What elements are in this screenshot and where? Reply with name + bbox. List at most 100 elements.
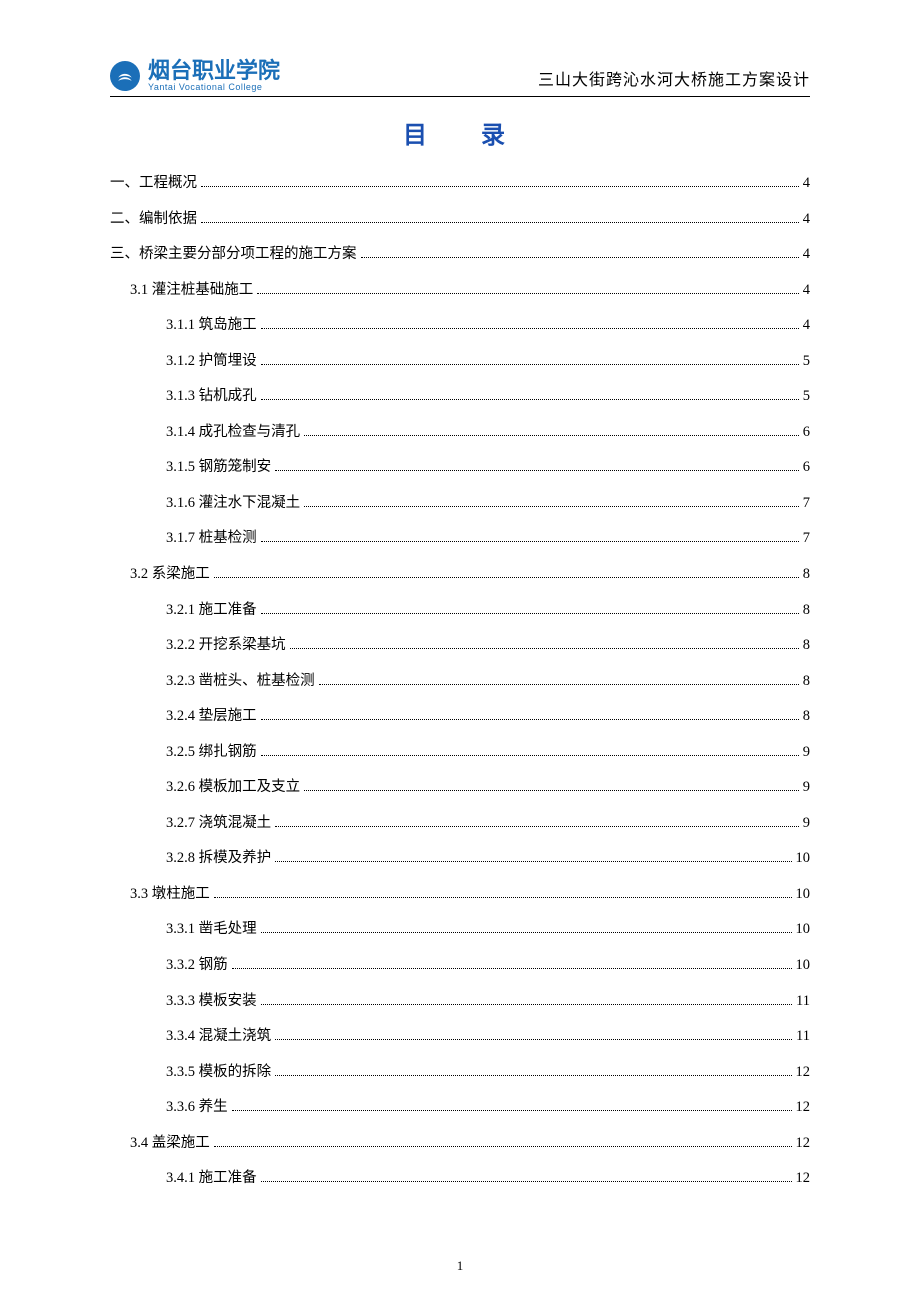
toc-entry-label: 3.2.8 拆模及养护 xyxy=(166,845,271,873)
toc-leader-dots xyxy=(261,706,799,720)
toc-entry[interactable]: 3.2.4 垫层施工 8 xyxy=(110,703,810,731)
institution-logo-block: 烟台职业学院 Yantai Vocational College xyxy=(110,60,280,92)
toc-entry-page: 10 xyxy=(796,845,811,873)
toc-entry-label: 3.3.3 模板安装 xyxy=(166,988,257,1016)
toc-entry[interactable]: 3.2 系梁施工8 xyxy=(110,561,810,589)
toc-leader-dots xyxy=(319,671,799,685)
toc-entry-label: 3.3.5 模板的拆除 xyxy=(166,1059,271,1087)
toc-leader-dots xyxy=(261,351,799,365)
toc-entry[interactable]: 3.3.5 模板的拆除 12 xyxy=(110,1059,810,1087)
toc-entry-label: 3.1.4 成孔检查与清孔 xyxy=(166,419,300,447)
toc-leader-dots xyxy=(304,422,799,436)
toc-entry[interactable]: 3.2.5 绑扎钢筋 9 xyxy=(110,739,810,767)
toc-entry[interactable]: 3.3.3 模板安装 11 xyxy=(110,988,810,1016)
toc-entry[interactable]: 3.2.6 模板加工及支立9 xyxy=(110,774,810,802)
toc-entry-page: 11 xyxy=(796,1023,810,1051)
toc-entry-page: 11 xyxy=(796,988,810,1016)
toc-leader-dots xyxy=(275,813,799,827)
toc-entry[interactable]: 一、工程概况4 xyxy=(110,170,810,198)
toc-entry-label: 3.1 灌注桩基础施工 xyxy=(130,277,253,305)
toc-entry[interactable]: 二、编制依据4 xyxy=(110,206,810,234)
toc-entry[interactable]: 3.1.7 桩基检测7 xyxy=(110,525,810,553)
toc-entry-label: 3.3.1 凿毛处理 xyxy=(166,916,257,944)
toc-leader-dots xyxy=(201,173,799,187)
toc-entry[interactable]: 3.1.1 筑岛施工 4 xyxy=(110,312,810,340)
toc-entry-label: 3.1.1 筑岛施工 xyxy=(166,312,257,340)
toc-entry-label: 3.3.2 钢筋 xyxy=(166,952,228,980)
toc-entry[interactable]: 3.2.1 施工准备 8 xyxy=(110,597,810,625)
toc-leader-dots xyxy=(261,386,799,400)
toc-entry[interactable]: 3.1.5 钢筋笼制安6 xyxy=(110,454,810,482)
toc-leader-dots xyxy=(304,777,799,791)
toc-leader-dots xyxy=(304,493,799,507)
toc-entry[interactable]: 3.1.3 钻机成孔5 xyxy=(110,383,810,411)
toc-entry-page: 8 xyxy=(803,632,810,660)
toc-entry[interactable]: 3.1.2 护筒埋设 5 xyxy=(110,348,810,376)
toc-leader-dots xyxy=(214,564,799,578)
toc-entry[interactable]: 3.3.1 凿毛处理 10 xyxy=(110,916,810,944)
toc-leader-dots xyxy=(275,848,791,862)
toc-entry-page: 4 xyxy=(803,241,810,269)
toc-entry[interactable]: 三、桥梁主要分部分项工程的施工方案 4 xyxy=(110,241,810,269)
toc-entry[interactable]: 3.1.6 灌注水下混凝土 7 xyxy=(110,490,810,518)
toc-entry-label: 3.2.1 施工准备 xyxy=(166,597,257,625)
logo-icon xyxy=(110,61,140,91)
toc-entry-page: 4 xyxy=(803,312,810,340)
toc-entry-label: 3.2.5 绑扎钢筋 xyxy=(166,739,257,767)
toc-entry-page: 5 xyxy=(803,348,810,376)
toc-entry-label: 3.4.1 施工准备 xyxy=(166,1165,257,1193)
toc-heading: 目 录 xyxy=(122,115,810,150)
toc-leader-dots xyxy=(361,244,799,258)
toc-entry-page: 12 xyxy=(796,1059,811,1087)
toc-entry-page: 6 xyxy=(803,419,810,447)
toc-entry-page: 8 xyxy=(803,703,810,731)
toc-entry-page: 8 xyxy=(803,597,810,625)
toc-entry-label: 3.2.3 凿桩头、桩基检测 xyxy=(166,668,315,696)
institution-name: 烟台职业学院 Yantai Vocational College xyxy=(148,60,280,92)
toc-entry-label: 3.4 盖梁施工 xyxy=(130,1130,210,1158)
toc-entry-label: 3.1.5 钢筋笼制安 xyxy=(166,454,271,482)
toc-leader-dots xyxy=(261,600,799,614)
toc-entry[interactable]: 3.3.4 混凝土浇筑 11 xyxy=(110,1023,810,1051)
toc-leader-dots xyxy=(261,1168,792,1182)
toc-entry-label: 3.3.6 养生 xyxy=(166,1094,228,1122)
toc-entry-page: 12 xyxy=(796,1130,811,1158)
document-page: 烟台职业学院 Yantai Vocational College 三山大街跨沁水… xyxy=(0,0,920,1302)
toc-entry[interactable]: 3.1 灌注桩基础施工4 xyxy=(110,277,810,305)
toc-entry-page: 7 xyxy=(803,490,810,518)
toc-entry[interactable]: 3.4.1 施工准备12 xyxy=(110,1165,810,1193)
toc-entry-page: 4 xyxy=(803,170,810,198)
toc-entry[interactable]: 3.3.6 养生 12 xyxy=(110,1094,810,1122)
toc-entry-page: 8 xyxy=(803,668,810,696)
document-title: 三山大街跨沁水河大桥施工方案设计 xyxy=(538,66,810,92)
toc-entry-label: 3.2.7 浇筑混凝土 xyxy=(166,810,271,838)
toc-entry-page: 12 xyxy=(796,1094,811,1122)
toc-leader-dots xyxy=(261,742,799,756)
toc-entry[interactable]: 3.2.3 凿桩头、桩基检测 8 xyxy=(110,668,810,696)
toc-entry-label: 3.3.4 混凝土浇筑 xyxy=(166,1023,271,1051)
toc-entry-page: 10 xyxy=(796,881,811,909)
toc-entry[interactable]: 3.3.2 钢筋 10 xyxy=(110,952,810,980)
toc-entry-label: 3.1.6 灌注水下混凝土 xyxy=(166,490,300,518)
toc-entry-label: 3.2.4 垫层施工 xyxy=(166,703,257,731)
toc-leader-dots xyxy=(261,919,792,933)
toc-leader-dots xyxy=(275,1026,792,1040)
toc-entry[interactable]: 3.2.7 浇筑混凝土9 xyxy=(110,810,810,838)
toc-entry[interactable]: 3.2.8 拆模及养护 10 xyxy=(110,845,810,873)
toc-leader-dots xyxy=(232,1097,792,1111)
toc-entry[interactable]: 3.2.2 开挖系梁基坑 8 xyxy=(110,632,810,660)
toc-entry[interactable]: 3.4 盖梁施工 12 xyxy=(110,1130,810,1158)
toc-entry-label: 三、桥梁主要分部分项工程的施工方案 xyxy=(110,241,357,269)
toc-entry-page: 4 xyxy=(803,206,810,234)
toc-entry[interactable]: 3.3 墩柱施工10 xyxy=(110,881,810,909)
toc-entry-page: 9 xyxy=(803,739,810,767)
toc-entry[interactable]: 3.1.4 成孔检查与清孔 6 xyxy=(110,419,810,447)
toc-entry-label: 3.2.2 开挖系梁基坑 xyxy=(166,632,286,660)
toc-entry-label: 3.1.2 护筒埋设 xyxy=(166,348,257,376)
toc-leader-dots xyxy=(275,457,799,471)
table-of-contents: 一、工程概况4 二、编制依据4 三、桥梁主要分部分项工程的施工方案 4 3.1 灌注桩基… xyxy=(110,170,810,1193)
toc-leader-dots xyxy=(290,635,799,649)
toc-entry-label: 3.1.3 钻机成孔 xyxy=(166,383,257,411)
toc-entry-page: 10 xyxy=(796,916,811,944)
toc-entry-page: 10 xyxy=(796,952,811,980)
